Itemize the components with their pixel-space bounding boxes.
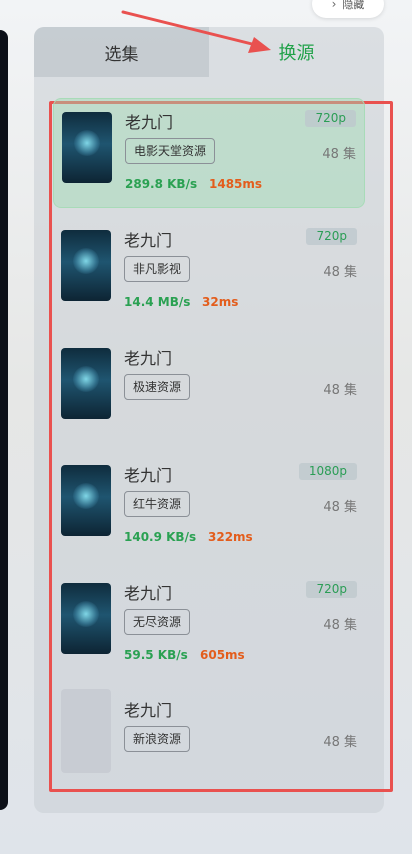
source-title: 老九门 <box>124 466 173 485</box>
source-list-item[interactable]: 老九门 720p 电影天堂资源 48 集 289.8 KB/s 1485ms <box>53 98 365 208</box>
poster-art <box>74 130 100 156</box>
quality-badge: 1080p <box>298 463 357 480</box>
source-title: 老九门 <box>125 113 174 132</box>
poster-art <box>73 601 99 627</box>
load-speed: 14.4 MB/s <box>124 295 191 309</box>
source-title: 老九门 <box>124 701 173 720</box>
poster-art <box>73 248 99 274</box>
source-list-item[interactable]: 老九门极速资源 48 集 <box>53 335 365 445</box>
latency: 1485ms <box>209 177 263 191</box>
source-list-item[interactable]: 老九门新浪资源 48 集 <box>53 687 365 797</box>
episode-count: 48 集 <box>323 735 357 750</box>
poster-thumbnail <box>62 112 112 183</box>
episode-count: 48 集 <box>323 618 357 633</box>
episode-count: 48 集 <box>323 265 357 280</box>
quality-badge: 720p <box>306 228 357 245</box>
poster-thumbnail <box>61 465 111 536</box>
source-name-tag: 电影天堂资源 <box>125 138 216 164</box>
hide-panel-button[interactable]: › 隐藏 <box>312 0 384 18</box>
source-name-tag: 无尽资源 <box>124 609 191 635</box>
latency: 32ms <box>202 295 239 309</box>
source-list-item[interactable]: 老九门 720p 非凡影视 48 集 14.4 MB/s 32ms <box>53 217 365 327</box>
poster-thumbnail <box>61 230 111 301</box>
background-video-edge <box>0 30 8 810</box>
poster-art <box>73 366 99 392</box>
load-speed: 59.5 KB/s <box>124 648 188 662</box>
annotation-arrow-icon <box>121 10 271 53</box>
load-speed: 140.9 KB/s <box>124 530 197 544</box>
source-list-item[interactable]: 老九门 720p 无尽资源 48 集 59.5 KB/s 605ms <box>53 570 365 680</box>
episode-count: 48 集 <box>322 147 356 162</box>
source-title: 老九门 <box>124 584 173 603</box>
source-list-item[interactable]: 老九门 1080p 红牛资源 48 集 140.9 KB/s 322ms <box>53 452 365 562</box>
poster-thumbnail <box>61 689 111 773</box>
episode-count: 48 集 <box>323 383 357 398</box>
quality-badge: 720p <box>305 110 356 127</box>
source-name-tag: 极速资源 <box>124 374 191 400</box>
poster-art <box>73 483 99 509</box>
source-title: 老九门 <box>124 349 173 368</box>
poster-thumbnail <box>61 583 111 654</box>
source-name-tag: 新浪资源 <box>124 726 191 752</box>
chevron-right-icon: › <box>331 0 337 11</box>
latency: 322ms <box>208 530 253 544</box>
load-speed: 289.8 KB/s <box>125 177 198 191</box>
hide-label: 隐藏 <box>342 0 365 11</box>
source-title: 老九门 <box>124 231 173 250</box>
episode-count: 48 集 <box>323 500 357 515</box>
source-name-tag: 红牛资源 <box>124 491 191 517</box>
latency: 605ms <box>200 648 245 662</box>
source-name-tag: 非凡影视 <box>124 256 191 282</box>
poster-thumbnail <box>61 348 111 419</box>
quality-badge: 720p <box>306 581 357 598</box>
